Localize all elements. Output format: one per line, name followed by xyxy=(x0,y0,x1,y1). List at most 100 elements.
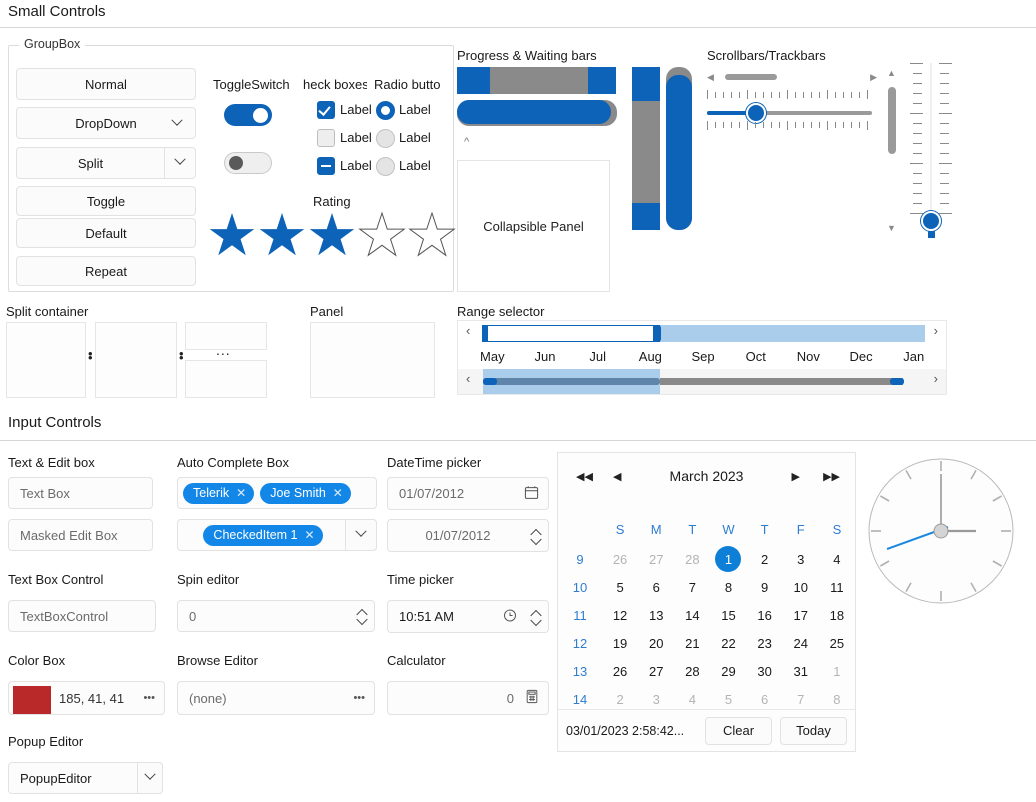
chevron-down-icon[interactable] xyxy=(357,618,366,623)
calendar-day[interactable]: 27 xyxy=(638,545,674,573)
radio-unselected-1[interactable] xyxy=(376,129,395,148)
chevron-down-icon[interactable] xyxy=(531,618,540,623)
calendar-day[interactable]: 20 xyxy=(638,629,674,657)
trackbar-thumb[interactable] xyxy=(746,103,766,123)
trackbar-horizontal[interactable] xyxy=(707,90,879,130)
split-grip-2[interactable]: • • xyxy=(179,347,184,364)
time-picker-stepper[interactable] xyxy=(531,610,540,623)
calendar-day[interactable]: 5 xyxy=(602,573,638,601)
calendar-icon[interactable] xyxy=(524,485,539,503)
button-repeat[interactable]: Repeat xyxy=(16,256,196,286)
range-next-arrow-icon[interactable]: › xyxy=(934,323,938,338)
spin-editor-stepper[interactable] xyxy=(357,610,366,623)
popup-editor-dropdown-button[interactable] xyxy=(137,762,163,794)
masked-edit-box-input[interactable]: Masked Edit Box xyxy=(8,519,153,551)
calendar-day[interactable]: 2 xyxy=(747,545,783,573)
browse-editor-more-icon[interactable]: ••• xyxy=(353,692,365,704)
calendar-day[interactable]: 29 xyxy=(710,657,746,685)
range-top-selection[interactable] xyxy=(482,325,660,342)
trackbar-vertical[interactable] xyxy=(908,63,956,239)
checked-dropdown-button[interactable] xyxy=(345,519,377,551)
text-box-input[interactable]: Text Box xyxy=(8,477,153,509)
calendar-day[interactable]: 31 xyxy=(783,657,819,685)
checkbox-indeterminate[interactable] xyxy=(317,157,335,175)
scroll-down-arrow-icon[interactable]: ▼ xyxy=(887,223,896,233)
calendar-next-button[interactable]: ▶ xyxy=(792,470,800,483)
spin-editor-input[interactable]: 0 xyxy=(177,600,375,632)
auto-complete-input[interactable]: Telerik ✕ Joe Smith ✕ xyxy=(177,477,377,509)
calendar-day[interactable]: 22 xyxy=(710,629,746,657)
calculator-icon[interactable] xyxy=(525,689,539,707)
checked-dropdown-token[interactable]: CheckedItem 1 ✕ xyxy=(203,524,323,546)
calendar-day[interactable]: 15 xyxy=(710,601,746,629)
range-handle-right[interactable] xyxy=(653,325,661,342)
calendar-day[interactable]: 14 xyxy=(674,601,710,629)
collapse-toggle-icon[interactable]: ^ xyxy=(464,136,469,148)
star-icon-3[interactable]: ★ xyxy=(306,207,358,265)
calendar-clear-button[interactable]: Clear xyxy=(705,716,772,745)
scroll-right-arrow-icon[interactable]: ▶ xyxy=(870,72,877,83)
calendar-first-button[interactable]: ◀◀ xyxy=(576,470,593,483)
calendar-day[interactable]: 4 xyxy=(819,545,855,573)
calculator-input[interactable]: 0 xyxy=(387,681,549,715)
auto-complete-token-2[interactable]: Joe Smith ✕ xyxy=(260,482,351,504)
checkbox-checked[interactable] xyxy=(317,101,335,119)
calendar-day[interactable]: 19 xyxy=(602,629,638,657)
close-icon[interactable]: ✕ xyxy=(305,528,315,542)
scroll-up-arrow-icon[interactable]: ▲ xyxy=(887,68,896,78)
calendar-day[interactable]: 9 xyxy=(747,573,783,601)
calendar-day[interactable]: 6 xyxy=(638,573,674,601)
calendar-day[interactable]: 28 xyxy=(674,657,710,685)
radio-selected[interactable] xyxy=(376,101,395,120)
calendar-day[interactable]: 16 xyxy=(747,601,783,629)
horizontal-scrollbar[interactable]: ◀ ▶ xyxy=(707,70,877,84)
calendar-day[interactable]: 21 xyxy=(674,629,710,657)
calendar-day[interactable]: 18 xyxy=(819,601,855,629)
calendar-day-selected[interactable]: 1 xyxy=(710,545,746,573)
range-bottom-bar-selected[interactable] xyxy=(483,378,660,385)
button-toggle[interactable]: Toggle xyxy=(16,186,196,216)
calendar-day[interactable]: 3 xyxy=(783,545,819,573)
calendar-day[interactable]: 28 xyxy=(674,545,710,573)
range-bottom-prev-arrow-icon[interactable]: ‹ xyxy=(466,371,470,386)
calendar-day[interactable]: 17 xyxy=(783,601,819,629)
split-grip-1[interactable]: • • xyxy=(88,347,93,364)
datetime-picker-input[interactable]: 01/07/2012 xyxy=(387,477,549,510)
button-default[interactable]: Default xyxy=(16,218,196,248)
vertical-scrollbar-thumb[interactable] xyxy=(888,87,896,154)
calendar-last-button[interactable]: ▶▶ xyxy=(823,470,840,483)
time-picker-input[interactable]: 10:51 AM xyxy=(387,600,549,633)
button-normal[interactable]: Normal xyxy=(16,68,196,100)
button-dropdown[interactable]: DropDown xyxy=(16,107,196,139)
calendar-day[interactable]: 8 xyxy=(710,573,746,601)
range-bottom-bar-rest[interactable] xyxy=(660,378,903,385)
toggleswitch-off[interactable] xyxy=(224,152,272,174)
color-box-more-icon[interactable]: ••• xyxy=(143,692,155,704)
chevron-down-icon[interactable] xyxy=(531,537,540,542)
range-bottom-thumb-left[interactable] xyxy=(483,378,497,385)
star-icon-2[interactable]: ★ xyxy=(256,207,308,265)
range-prev-arrow-icon[interactable]: ‹ xyxy=(466,323,470,338)
range-handle-left[interactable] xyxy=(482,325,488,342)
range-selector[interactable]: ‹ › May Jun Jul Aug Sep Oct Nov Dec Jan … xyxy=(457,320,947,395)
scroll-left-arrow-icon[interactable]: ◀ xyxy=(707,72,714,83)
checkbox-unchecked[interactable] xyxy=(317,129,335,147)
calendar-day[interactable]: 24 xyxy=(783,629,819,657)
split-pane-dots[interactable]: ... xyxy=(216,342,231,358)
datetime-spin-input[interactable]: 01/07/2012 xyxy=(387,519,549,552)
calendar-day[interactable]: 7 xyxy=(674,573,710,601)
button-split-main[interactable]: Split xyxy=(16,147,164,179)
vtrackbar-thumb[interactable] xyxy=(921,211,941,231)
star-icon-1[interactable]: ★ xyxy=(206,207,258,265)
star-icon-5[interactable]: ★ xyxy=(406,206,459,265)
range-bottom-thumb-right[interactable] xyxy=(890,378,904,385)
calendar-day[interactable]: 12 xyxy=(602,601,638,629)
star-icon-4[interactable]: ★ xyxy=(356,206,409,265)
calendar-day[interactable]: 27 xyxy=(638,657,674,685)
color-swatch[interactable] xyxy=(13,686,51,714)
radio-unselected-2[interactable] xyxy=(376,157,395,176)
text-box-control-input[interactable]: TextBoxControl xyxy=(8,600,156,632)
calendar-day[interactable]: 23 xyxy=(747,629,783,657)
calendar-today-button[interactable]: Today xyxy=(780,716,847,745)
calendar[interactable]: ◀◀ ◀ March 2023 ▶ ▶▶ S M T W T F S 9 26 … xyxy=(557,452,856,752)
